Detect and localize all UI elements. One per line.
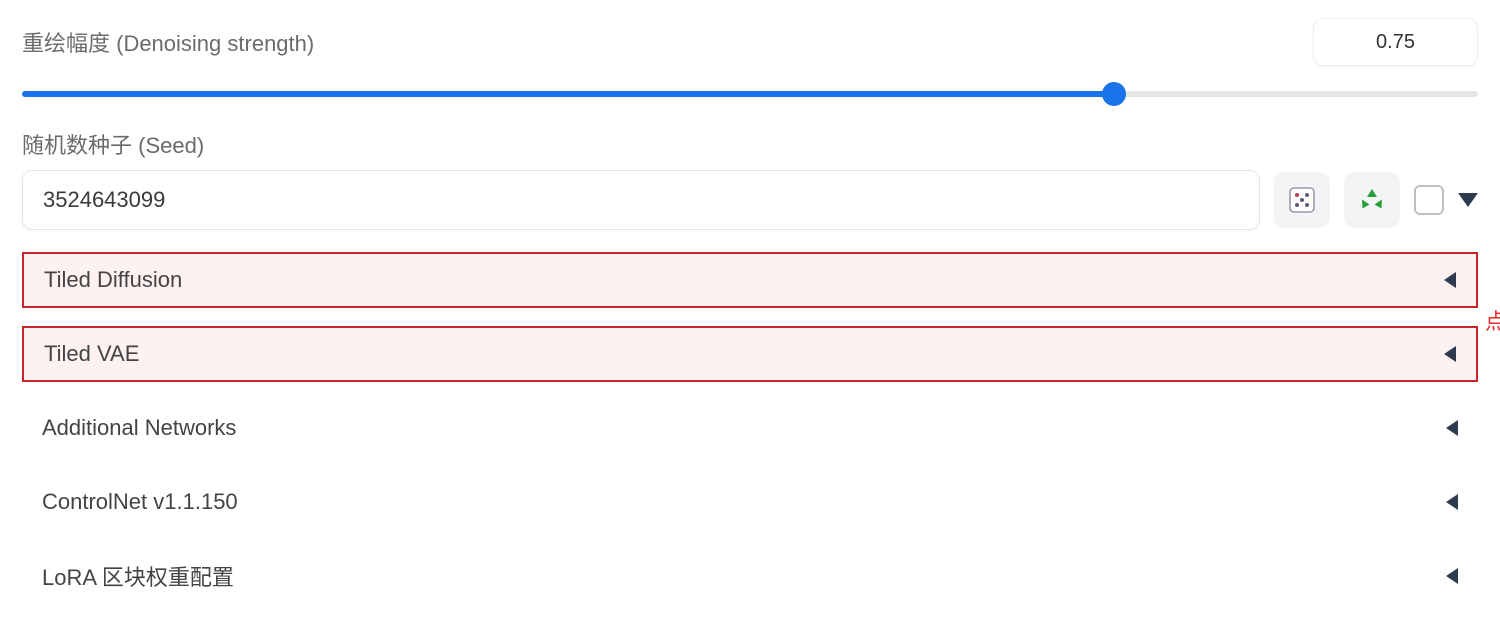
panel-lora-[interactable]: LoRA 区块权重配置: [22, 548, 1478, 604]
seed-label: 随机数种子 (Seed): [22, 128, 1478, 160]
collapse-left-icon: [1446, 494, 1458, 510]
callout-label: 点击展开: [1485, 304, 1500, 336]
denoise-value[interactable]: 0.75: [1313, 18, 1478, 66]
denoise-label: 重绘幅度 (Denoising strength): [22, 26, 314, 58]
panel-additional-networks[interactable]: Additional Networks: [22, 400, 1478, 456]
slider-fill: [22, 91, 1114, 97]
panel-label: Additional Networks: [42, 415, 236, 441]
expand-down-icon[interactable]: [1458, 193, 1478, 207]
seed-input[interactable]: [22, 170, 1260, 230]
denoise-slider[interactable]: [22, 84, 1478, 104]
slider-thumb[interactable]: [1102, 82, 1126, 106]
extra-checkbox[interactable]: [1414, 185, 1444, 215]
collapse-left-icon: [1446, 568, 1458, 584]
panel-tiled-diffusion[interactable]: Tiled Diffusion: [22, 252, 1478, 308]
collapse-left-icon: [1446, 420, 1458, 436]
dice-icon[interactable]: [1274, 172, 1330, 228]
collapse-left-icon: [1444, 272, 1456, 288]
collapse-left-icon: [1444, 346, 1456, 362]
recycle-icon[interactable]: [1344, 172, 1400, 228]
panel-label: LoRA 区块权重配置: [42, 560, 234, 592]
panel-label: Tiled VAE: [44, 341, 139, 367]
panel-controlnet-v1-1-150[interactable]: ControlNet v1.1.150: [22, 474, 1478, 530]
panel-tiled-vae[interactable]: Tiled VAE: [22, 326, 1478, 382]
panel-label: Tiled Diffusion: [44, 267, 182, 293]
panel-label: ControlNet v1.1.150: [42, 489, 238, 515]
